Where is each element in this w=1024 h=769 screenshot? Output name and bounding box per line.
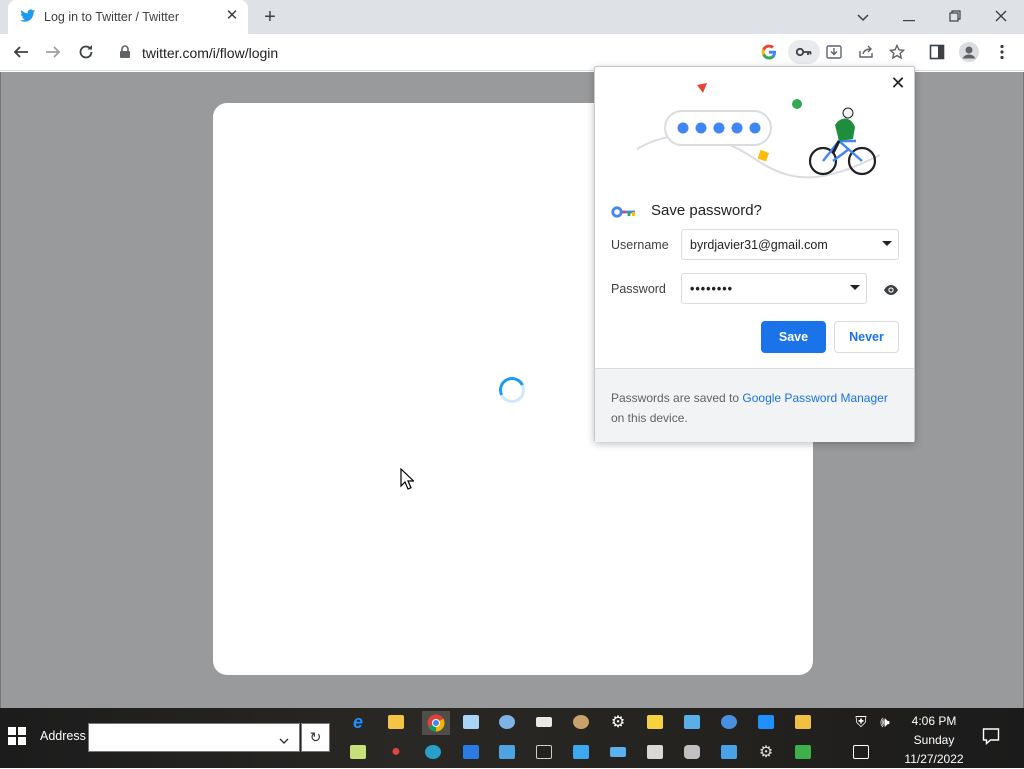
minimize-icon[interactable] [897, 5, 921, 29]
dropdown-arrow-icon [850, 285, 860, 290]
footer-text: Passwords are saved to Google Password M… [611, 391, 888, 425]
paint-icon[interactable] [570, 711, 592, 733]
username-dropdown[interactable]: byrdjavier31@gmail.com [681, 229, 899, 260]
photos-icon[interactable] [681, 711, 703, 733]
url-text: twitter.com/i/flow/login [142, 45, 279, 61]
dialog-title: Save password? [651, 202, 762, 219]
password-value: •••••••• [690, 282, 734, 296]
command-prompt-icon[interactable] [533, 741, 555, 763]
tab-close-icon[interactable]: ✕ [224, 8, 240, 24]
security-shield-icon[interactable]: ⛨ [850, 711, 872, 733]
share-icon[interactable] [858, 44, 874, 65]
chevron-down-icon[interactable] [851, 5, 875, 29]
install-app-icon[interactable] [826, 44, 842, 65]
system-clock[interactable]: 4:06 PM Sunday 11/27/2022 [896, 712, 972, 769]
twitter-bird-icon [20, 9, 36, 28]
close-icon[interactable]: ✕ [888, 73, 908, 93]
network-icon[interactable] [496, 711, 518, 733]
notification-center-icon[interactable] [982, 727, 1000, 750]
reload-icon[interactable] [75, 41, 97, 63]
loading-spinner-icon [495, 373, 529, 407]
bookmark-star-icon[interactable] [888, 43, 906, 65]
clock-day: Sunday [913, 733, 955, 747]
back-arrow-icon[interactable] [10, 41, 32, 63]
volume-icon[interactable]: 🕪 [874, 711, 896, 733]
people-icon[interactable] [718, 711, 740, 733]
chrome-icon[interactable] [422, 711, 450, 735]
file-explorer-icon[interactable] [385, 711, 407, 733]
maps-pin-icon[interactable]: ● [385, 741, 407, 763]
address-bar[interactable]: twitter.com/i/flow/login [110, 37, 920, 67]
save-password-dialog: ✕ Save password? Username byrdjavier31@g… [594, 66, 915, 442]
excel-sheets-icon[interactable] [792, 741, 814, 763]
new-tab-button[interactable]: + [258, 5, 282, 29]
username-label: Username [611, 238, 669, 252]
drive-icon[interactable] [607, 741, 629, 763]
settings-gear-icon[interactable]: ⚙ [755, 741, 777, 763]
key-icon[interactable] [788, 40, 820, 64]
profile-avatar-icon[interactable] [958, 41, 980, 63]
network-status-icon[interactable] [850, 741, 872, 763]
dialog-footer: Passwords are saved to Google Password M… [595, 368, 914, 442]
tab-title: Log in to Twitter / Twitter [44, 10, 180, 24]
gear-icon[interactable]: ⚙ [607, 711, 629, 733]
side-panel-icon[interactable] [926, 41, 948, 63]
lock-icon[interactable] [119, 45, 131, 64]
monitor-icon[interactable] [755, 711, 777, 733]
edge-icon[interactable] [422, 741, 444, 763]
eye-icon[interactable] [883, 283, 899, 301]
chevron-down-icon[interactable] [279, 732, 289, 750]
dropdown-arrow-icon [882, 241, 892, 246]
more-menu-icon[interactable] [991, 41, 1013, 63]
window-close-icon[interactable] [989, 5, 1013, 29]
remote-desktop-icon[interactable] [496, 741, 518, 763]
chart-app-icon[interactable] [644, 741, 666, 763]
camera-icon[interactable] [681, 741, 703, 763]
restore-icon[interactable] [943, 5, 967, 29]
illustration-image [636, 83, 881, 179]
internet-explorer-icon[interactable]: e [347, 711, 369, 733]
clock-time: 4:06 PM [911, 714, 957, 728]
display-settings-icon[interactable] [718, 741, 740, 763]
notepad-icon[interactable] [460, 711, 482, 733]
notepad-plus-icon[interactable] [347, 741, 369, 763]
mouse-cursor-icon [400, 467, 415, 495]
clock-date: 11/27/2022 [904, 752, 964, 766]
password-dropdown[interactable]: •••••••• [681, 273, 867, 304]
pen-tool-icon[interactable] [533, 711, 555, 733]
save-button[interactable]: Save [761, 321, 826, 353]
sticky-notes-icon[interactable] [644, 711, 666, 733]
password-manager-link[interactable]: Google Password Manager [742, 391, 887, 405]
windows-start-icon[interactable] [8, 727, 26, 750]
refresh-icon[interactable]: ↻ [301, 723, 330, 752]
google-lens-icon[interactable] [761, 44, 777, 65]
forward-arrow-icon[interactable] [42, 41, 64, 63]
tab-strip: Log in to Twitter / Twitter ✕ + [0, 0, 1024, 34]
windows-taskbar: Address ↻ e ⚙ ● ⚙ ⛨ 🕪 4:06 PM Sunday 11/… [0, 708, 1024, 768]
image-viewer-icon[interactable] [460, 741, 482, 763]
never-button[interactable]: Never [834, 321, 899, 353]
control-panel-icon[interactable] [570, 741, 592, 763]
address-toolbar-label: Address [40, 729, 86, 743]
taskbar-address-input[interactable] [88, 723, 300, 752]
calculator-icon[interactable] [792, 711, 814, 733]
password-label: Password [611, 282, 666, 296]
key-icon [611, 205, 637, 223]
tab-twitter-login[interactable]: Log in to Twitter / Twitter ✕ [8, 0, 248, 34]
username-value: byrdjavier31@gmail.com [690, 238, 828, 252]
